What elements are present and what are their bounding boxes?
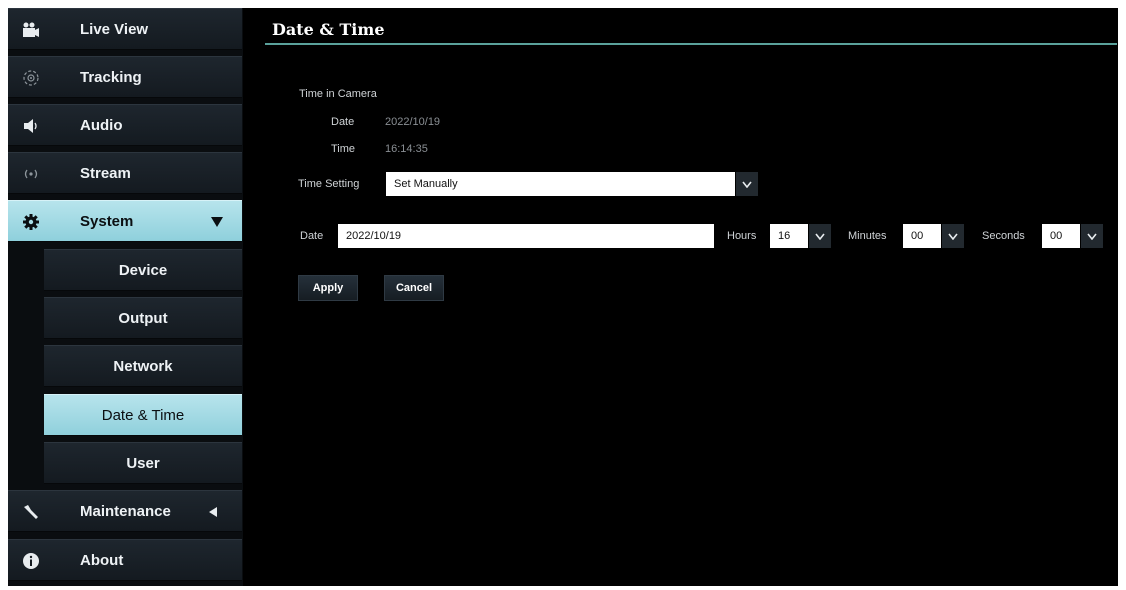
info-icon [20,550,42,572]
tracking-icon [20,67,42,89]
minutes-dropdown-button[interactable] [942,224,964,248]
chevron-down-icon [1087,227,1097,245]
chevron-down-icon [742,175,752,193]
camera-time-value: 16:14:35 [385,143,428,155]
main-panel: Date & Time Time in Camera Date 2022/10/… [255,8,1118,586]
manual-date-label: Date [300,230,324,242]
sidebar-item-label: Audio [80,117,123,134]
time-setting-select[interactable]: Set Manually [386,172,735,196]
sidebar-item-live-view[interactable]: Live View [8,8,242,50]
camera-date-label: Date [331,116,355,128]
sidebar-item-maintenance[interactable]: Maintenance [8,490,242,532]
sidebar-item-label: Stream [80,165,131,182]
chevron-down-icon [815,227,825,245]
sidebar-subitem-date-time[interactable]: Date & Time [44,394,242,436]
page-title: Date & Time [272,20,385,39]
sidebar-item-stream[interactable]: Stream [8,152,242,194]
sidebar-subitem-label: User [126,455,160,472]
sidebar-item-about[interactable]: About [8,539,242,581]
time-setting-dropdown-button[interactable] [736,172,758,196]
sidebar-subitem-label: Network [113,358,173,375]
sidebar-item-label: System [80,213,134,230]
seconds-select[interactable]: 00 [1042,224,1080,248]
gear-icon [20,211,42,233]
app-frame: Live View Tracking Audio Stream System D… [8,8,1118,586]
stream-icon [20,163,42,185]
sidebar-item-tracking[interactable]: Tracking [8,56,242,98]
camera-time-label: Time [331,143,356,155]
sidebar: Live View Tracking Audio Stream System D… [8,8,243,586]
wrench-icon [20,501,42,523]
chevron-left-icon [208,505,218,523]
speaker-icon [20,115,42,137]
seconds-dropdown-button[interactable] [1081,224,1103,248]
sidebar-subitem-device[interactable]: Device [44,249,242,291]
minutes-label: Minutes [848,230,887,242]
sidebar-subitem-label: Date & Time [101,407,185,424]
hours-label: Hours [727,230,757,242]
minutes-select[interactable]: 00 [903,224,941,248]
chevron-down-icon [948,227,958,245]
seconds-label: Seconds [982,230,1025,242]
chevron-down-icon [210,215,224,233]
sidebar-subitem-label: Output [118,310,168,327]
hours-select[interactable]: 16 [770,224,808,248]
sidebar-subitem-network[interactable]: Network [44,345,242,387]
hours-dropdown-button[interactable] [809,224,831,248]
sidebar-item-label: Maintenance [80,503,171,520]
title-divider [265,43,1117,45]
sidebar-subitem-output[interactable]: Output [44,297,242,339]
apply-button[interactable]: Apply [298,275,358,301]
sidebar-item-label: Live View [80,21,149,38]
sidebar-item-audio[interactable]: Audio [8,104,242,146]
time-in-camera-heading: Time in Camera [299,88,377,100]
sidebar-item-label: Tracking [80,69,142,86]
sidebar-subitem-user[interactable]: User [44,442,242,484]
camera-date-value: 2022/10/19 [385,116,441,128]
time-setting-label: Time Setting [298,178,360,190]
sidebar-item-system[interactable]: System [8,200,242,242]
sidebar-subitem-label: Device [118,262,168,279]
cancel-button[interactable]: Cancel [384,275,444,301]
manual-date-input[interactable]: 2022/10/19 [338,224,714,248]
sidebar-item-label: About [80,552,124,569]
camera-icon [20,19,42,41]
